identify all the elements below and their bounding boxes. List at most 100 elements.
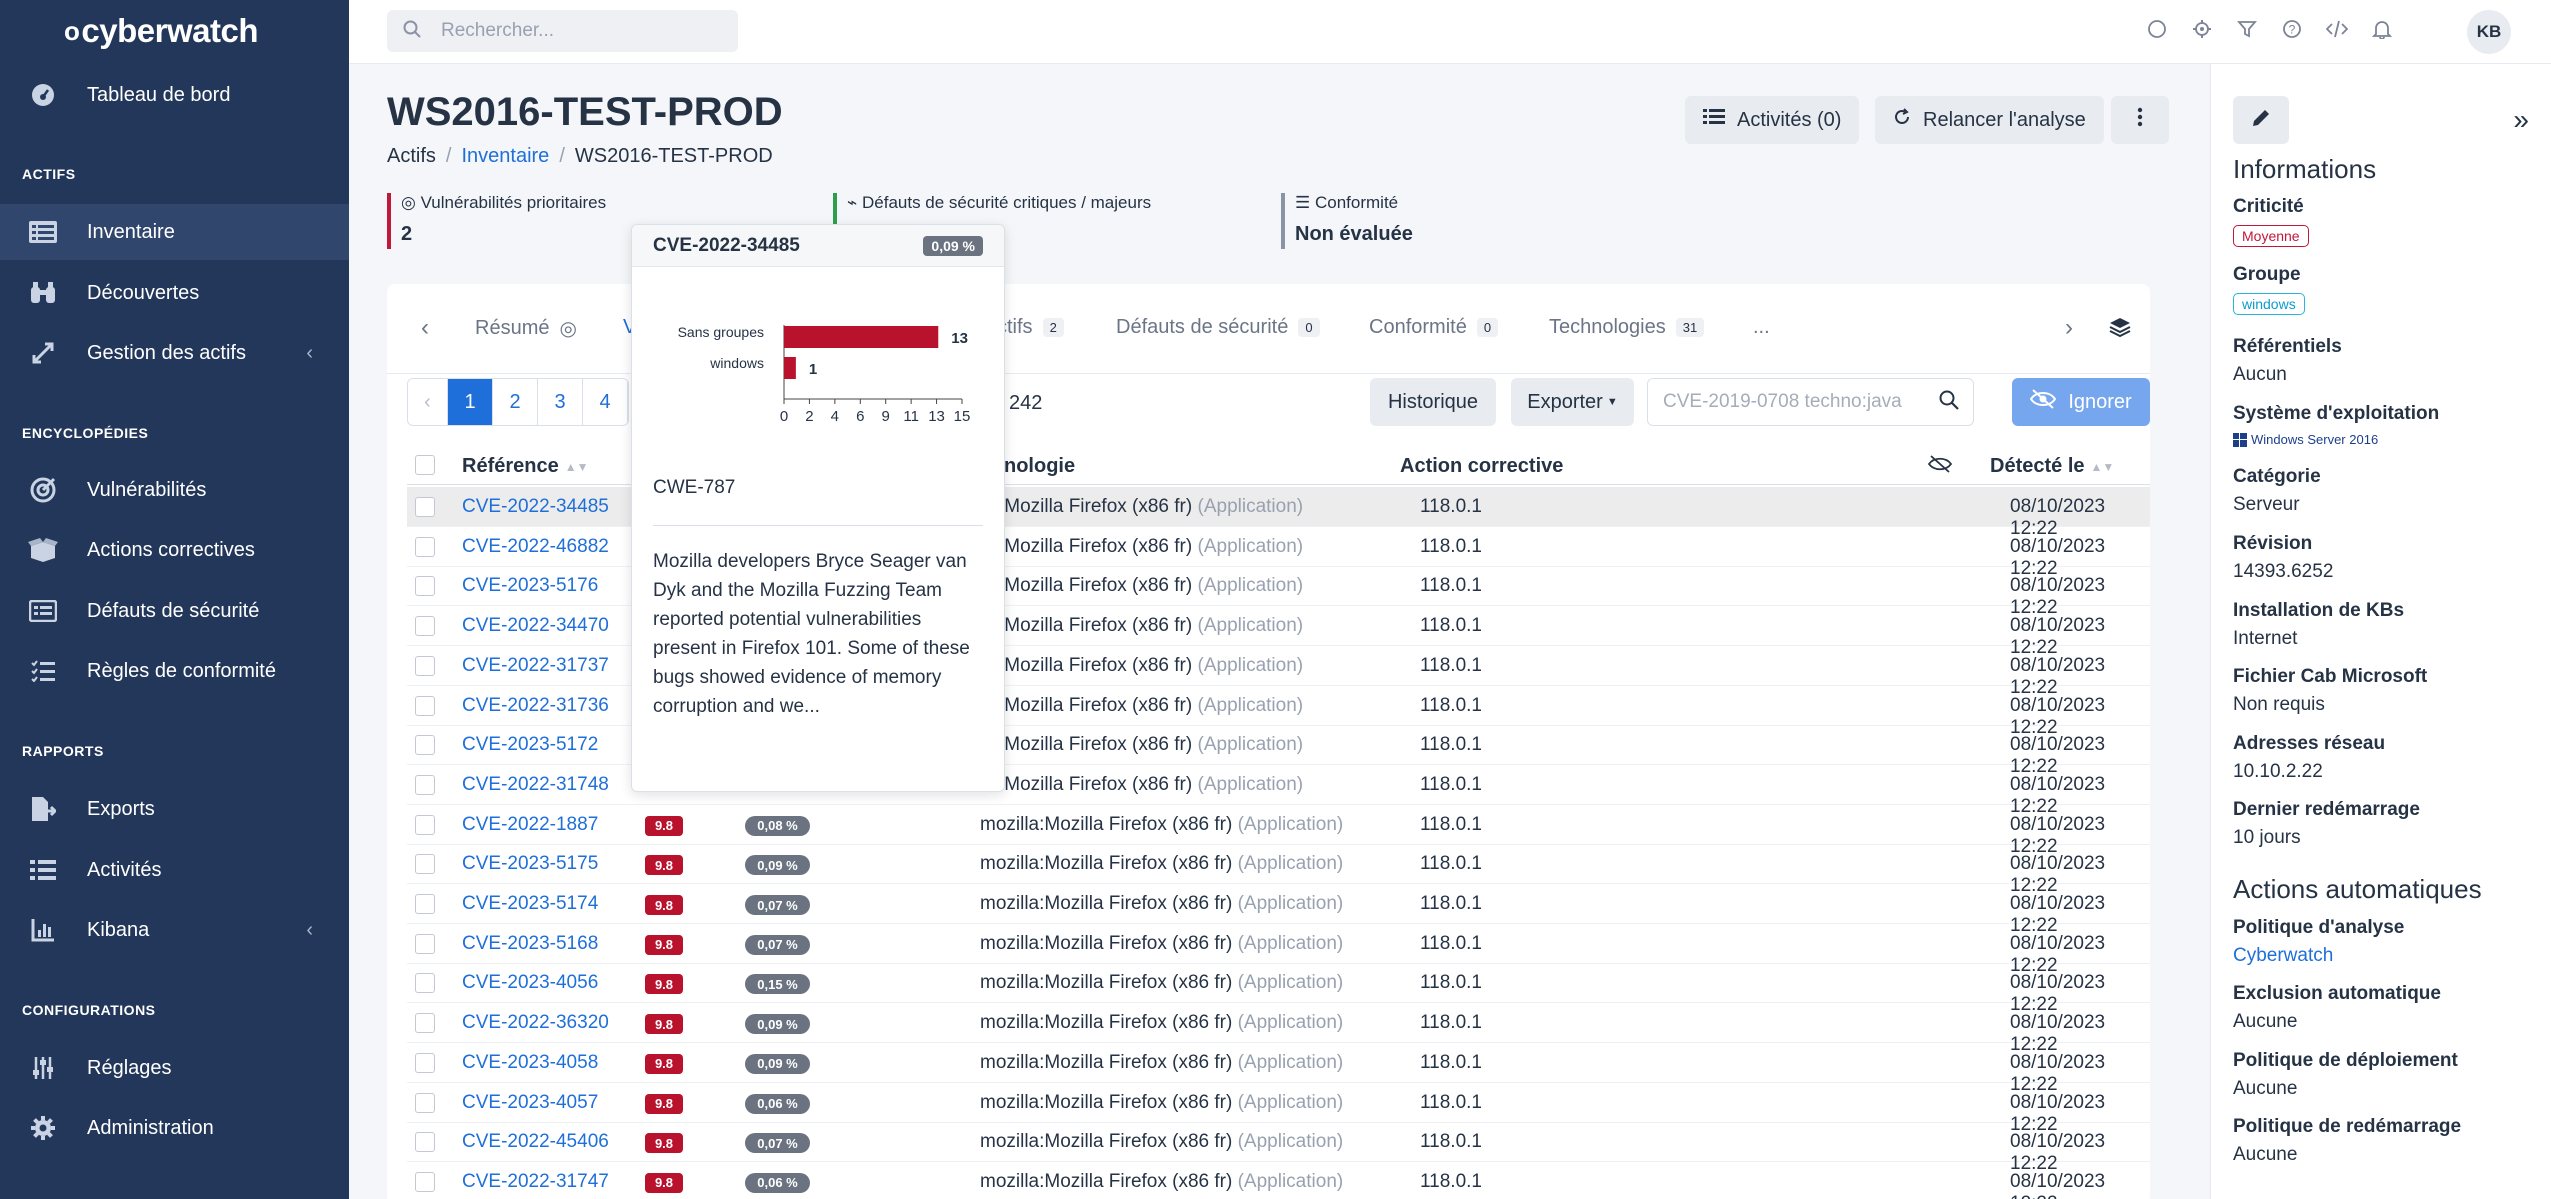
sidebar-item-security-defects[interactable]: Défauts de sécurité xyxy=(0,583,349,639)
logo[interactable]: o cyberwatch xyxy=(0,0,349,62)
header-reference[interactable]: Référence ▲▼ xyxy=(462,455,588,478)
cve-link[interactable]: CVE-2023-4057 xyxy=(462,1092,598,1114)
table-row[interactable]: CVE-2022-36320 9.8 0,09 % mozilla:Mozilla F… xyxy=(407,1003,2150,1055)
tab-technologies[interactable]: Technologies 31 xyxy=(1549,316,1705,339)
help-icon[interactable]: ? xyxy=(2281,18,2303,40)
cve-link[interactable]: CVE-2023-5176 xyxy=(462,575,598,597)
page-1[interactable]: 1 xyxy=(448,379,493,425)
header-detected[interactable]: Détecté le ▲▼ xyxy=(1990,455,2114,478)
page-4[interactable]: 4 xyxy=(583,379,628,425)
row-checkbox[interactable] xyxy=(415,1171,435,1192)
sidebar-item-inventory[interactable]: Inventaire xyxy=(0,204,349,260)
sidebar-item-kibana[interactable]: Kibana ‹ xyxy=(0,902,349,958)
row-checkbox[interactable] xyxy=(415,933,435,954)
row-checkbox[interactable] xyxy=(415,497,435,517)
sidebar-item-asset-management[interactable]: Gestion des actifs ‹ xyxy=(0,325,349,381)
cve-link[interactable]: CVE-2022-31747 xyxy=(462,1171,609,1193)
sidebar-item-exports[interactable]: Exports xyxy=(0,781,349,837)
tab-more[interactable]: ... xyxy=(1753,316,1770,339)
table-row[interactable]: CVE-2023-5174 9.8 0,07 % mozilla:Mozilla Fi… xyxy=(407,884,2150,936)
row-checkbox[interactable] xyxy=(415,735,435,756)
code-icon[interactable] xyxy=(2326,18,2348,40)
sidebar-item-compliance-rules[interactable]: Règles de conformité xyxy=(0,643,349,699)
activities-button[interactable]: Activités (0) xyxy=(1685,96,1860,144)
row-checkbox[interactable] xyxy=(415,576,435,597)
more-actions-button[interactable] xyxy=(2111,96,2169,144)
filter-input[interactable] xyxy=(1663,391,1913,413)
select-all-checkbox[interactable] xyxy=(415,455,435,475)
sidebar-item-dashboard[interactable]: Tableau de bord xyxy=(0,67,349,123)
cve-link[interactable]: CVE-2022-34485 xyxy=(462,496,609,518)
tabs-next-arrow[interactable]: › xyxy=(2065,314,2073,342)
tab-actifs[interactable]: ctifs 2 xyxy=(997,316,1064,339)
analysis-policy-link[interactable]: Cyberwatch xyxy=(2233,945,2333,967)
search-input[interactable] xyxy=(441,20,721,42)
bell-icon[interactable] xyxy=(2371,18,2393,40)
filter-icon[interactable] xyxy=(2236,18,2258,40)
row-checkbox[interactable] xyxy=(415,774,435,795)
avatar[interactable]: KB xyxy=(2467,10,2511,54)
row-checkbox[interactable] xyxy=(415,1092,435,1113)
row-checkbox[interactable] xyxy=(415,695,435,716)
row-checkbox[interactable] xyxy=(415,894,435,914)
header-technology[interactable]: nologie xyxy=(1004,455,1075,478)
edit-button[interactable] xyxy=(2233,96,2289,144)
table-row[interactable]: CVE-2023-4056 9.8 0,15 % mozilla:Mozilla Fi… xyxy=(407,963,2150,1015)
cve-link[interactable]: CVE-2022-1887 xyxy=(462,814,598,836)
cve-link[interactable]: CVE-2022-45406 xyxy=(462,1131,609,1153)
row-checkbox[interactable] xyxy=(415,1052,435,1073)
table-row[interactable]: CVE-2022-1887 9.8 0,08 % mozilla:Mozilla Fi… xyxy=(407,805,2150,857)
cve-link[interactable]: CVE-2023-5172 xyxy=(462,734,598,756)
cve-link[interactable]: CVE-2023-5168 xyxy=(462,933,598,955)
header-corrective-action[interactable]: Action corrective xyxy=(1400,455,1563,478)
cve-link[interactable]: CVE-2023-5174 xyxy=(462,893,598,915)
ignore-button[interactable]: Ignorer xyxy=(2012,378,2150,426)
sidebar-item-settings[interactable]: Réglages xyxy=(0,1040,349,1096)
collapse-panel-icon[interactable]: » xyxy=(2513,104,2529,136)
history-button[interactable]: Historique xyxy=(1370,378,1496,426)
settings-icon[interactable] xyxy=(2191,18,2213,40)
table-row[interactable]: CVE-2023-4057 9.8 0,06 % mozilla:Mozilla Fi… xyxy=(407,1083,2150,1135)
row-checkbox[interactable] xyxy=(415,973,435,994)
table-row[interactable]: CVE-2023-5168 9.8 0,07 % mozilla:Mozilla Fi… xyxy=(407,924,2150,976)
export-dropdown[interactable]: Exporter ▼ xyxy=(1511,378,1634,426)
tab-compliance[interactable]: Conformité 0 xyxy=(1369,316,1499,339)
rescan-button[interactable]: Relancer l'analyse xyxy=(1875,96,2104,144)
page-2[interactable]: 2 xyxy=(493,379,538,425)
table-row[interactable]: CVE-2022-45406 9.8 0,07 % mozilla:Mozilla F… xyxy=(407,1122,2150,1174)
cve-link[interactable]: CVE-2023-4056 xyxy=(462,972,598,994)
sidebar-item-corrective-actions[interactable]: Actions correctives xyxy=(0,522,349,578)
layers-icon[interactable] xyxy=(2109,316,2131,343)
page-3[interactable]: 3 xyxy=(538,379,583,425)
group-badge[interactable]: windows xyxy=(2233,293,2305,315)
pagination-prev[interactable]: ‹ xyxy=(408,379,448,425)
row-checkbox[interactable] xyxy=(415,616,435,637)
table-filter[interactable] xyxy=(1647,378,1974,426)
table-row[interactable]: CVE-2023-4058 9.8 0,09 % mozilla:Mozilla Fi… xyxy=(407,1043,2150,1095)
sidebar-item-discoveries[interactable]: Découvertes xyxy=(0,265,349,321)
row-checkbox[interactable] xyxy=(415,1132,435,1153)
search-icon[interactable] xyxy=(1939,390,1959,415)
cve-link[interactable]: CVE-2022-46882 xyxy=(462,536,609,558)
eye-slash-icon[interactable] xyxy=(1927,455,1953,478)
global-search[interactable] xyxy=(387,10,738,52)
row-checkbox[interactable] xyxy=(415,854,435,875)
row-checkbox[interactable] xyxy=(415,1013,435,1034)
table-row[interactable]: CVE-2023-5175 9.8 0,09 % mozilla:Mozilla Fi… xyxy=(407,844,2150,896)
breadcrumb-link-inventory[interactable]: Inventaire xyxy=(461,145,549,168)
row-checkbox[interactable] xyxy=(415,536,435,557)
sidebar-item-activities[interactable]: Activités xyxy=(0,842,349,898)
cve-link[interactable]: CVE-2022-31737 xyxy=(462,655,609,677)
cve-link[interactable]: CVE-2023-4058 xyxy=(462,1052,598,1074)
cve-link[interactable]: CVE-2022-31736 xyxy=(462,695,609,717)
cve-link[interactable]: CVE-2022-36320 xyxy=(462,1012,609,1034)
tab-summary[interactable]: Résumé ◎ xyxy=(475,316,577,341)
cve-link[interactable]: CVE-2023-5175 xyxy=(462,853,598,875)
row-checkbox[interactable] xyxy=(415,814,435,835)
tabs-prev-arrow[interactable]: ‹ xyxy=(421,314,429,342)
status-circle-icon[interactable] xyxy=(2146,18,2168,40)
kpi-compliance[interactable]: ☰ Conformité Non évaluée xyxy=(1281,193,1413,249)
tab-security-defects[interactable]: Défauts de sécurité 0 xyxy=(1116,316,1320,339)
sidebar-item-vulnerabilities[interactable]: Vulnérabilités xyxy=(0,462,349,518)
sidebar-item-administration[interactable]: Administration xyxy=(0,1100,349,1156)
